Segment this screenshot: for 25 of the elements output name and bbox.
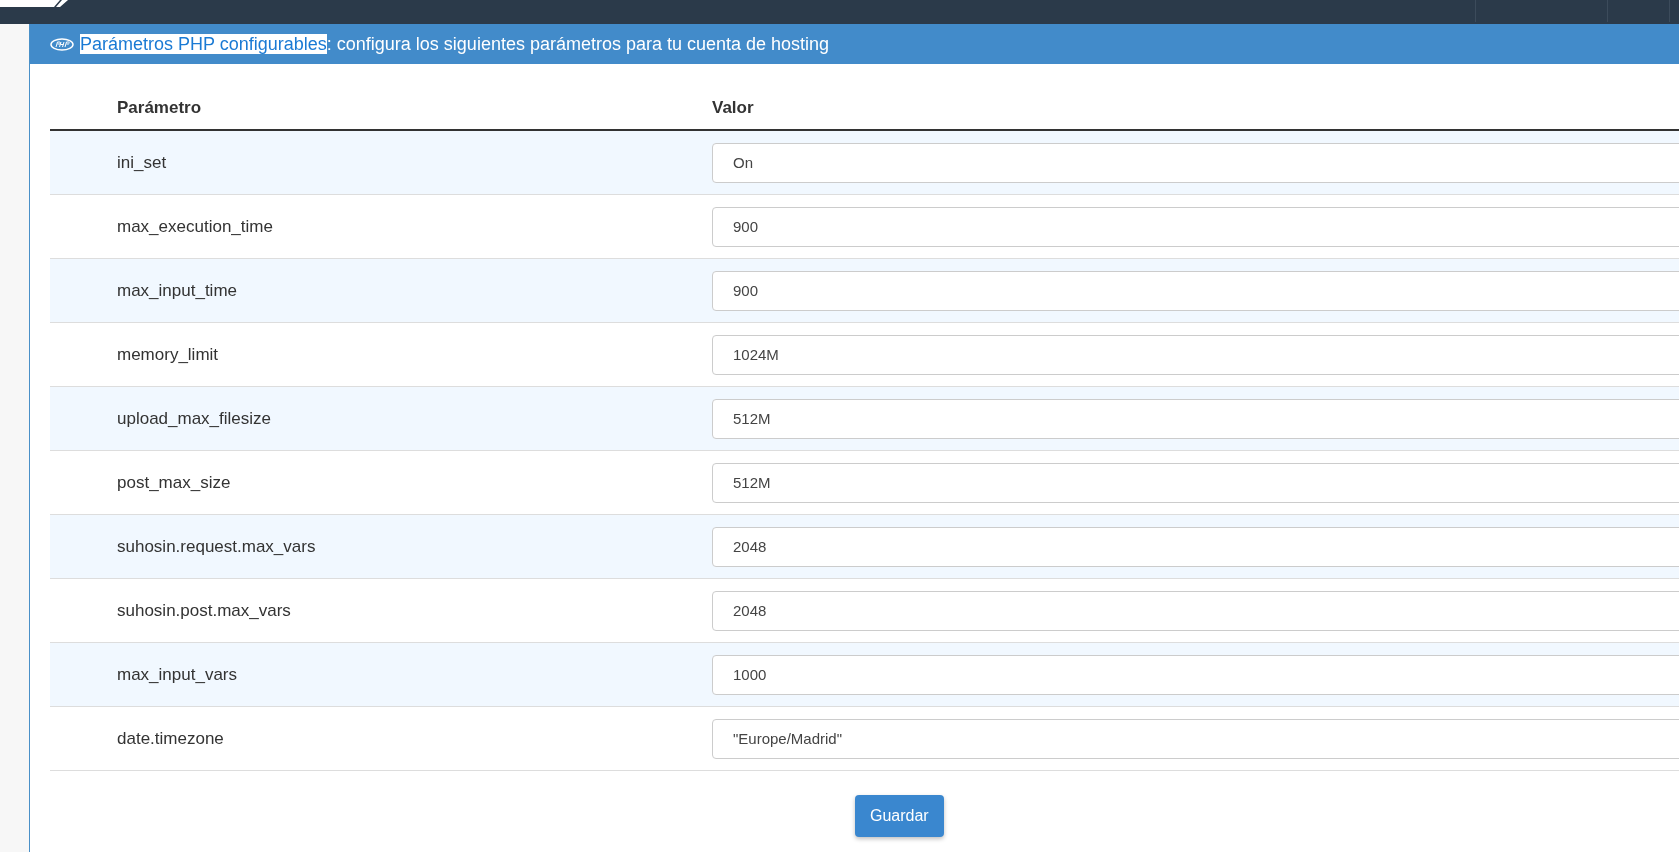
parameter-name: suhosin.request.max_vars (116, 536, 317, 557)
value-input-field[interactable]: On (712, 142, 1679, 183)
value-input-field[interactable]: 512M (712, 462, 1679, 503)
parameter-name: suhosin.post.max_vars (116, 600, 292, 621)
parameter-name: upload_max_filesize (116, 408, 273, 429)
column-header: Valor (712, 98, 754, 118)
panel-title: Parámetros PHP configurables: configura los siguientes parámetros para tu cuenta de hosting (80, 33, 830, 55)
parameter-name: memory_limit (116, 344, 220, 365)
php-icon (50, 37, 74, 51)
value-input-field[interactable]: 1000 (712, 654, 1679, 695)
parameter-name: post_max_size (116, 472, 232, 493)
column-header: Parámetro (116, 98, 203, 118)
value-input-field[interactable]: 900 (712, 206, 1679, 247)
value-input-field[interactable]: 1024M (712, 334, 1679, 375)
value-input-field[interactable]: "Europe/Madrid" (712, 718, 1679, 759)
parameter-name: max_execution_time (116, 216, 274, 237)
value-input-field[interactable]: 2048 (712, 526, 1679, 567)
parameter-name: date.timezone (116, 728, 225, 749)
parameter-name: max_input_time (116, 280, 238, 301)
value-input-field[interactable]: 900 (712, 270, 1679, 311)
value-input-field[interactable]: 2048 (712, 590, 1679, 631)
value-input-field[interactable]: 512M (712, 398, 1679, 439)
save-button[interactable]: Guardar (855, 795, 944, 837)
parameter-name: ini_set (116, 152, 168, 173)
parameter-name: max_input_vars (116, 664, 238, 685)
